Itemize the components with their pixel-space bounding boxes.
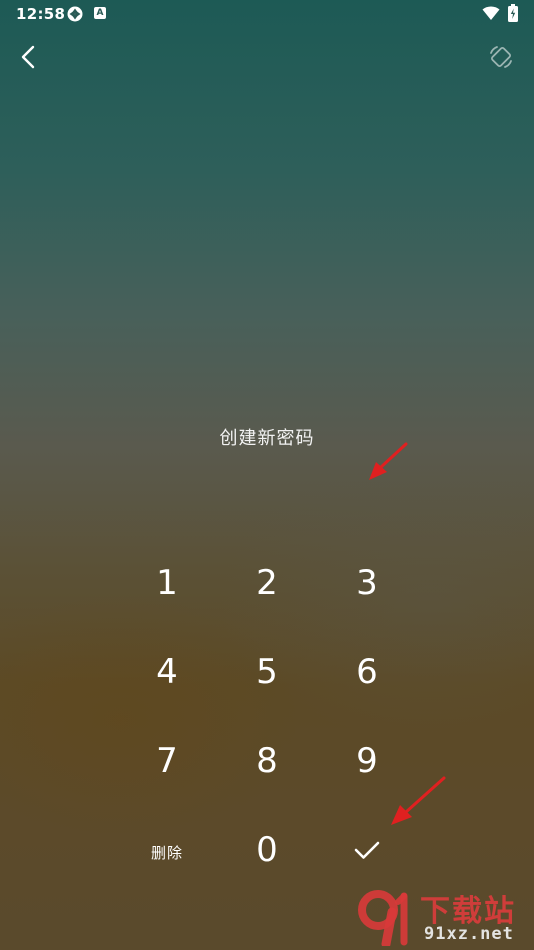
numeric-keypad: 1 2 3 4 5 6 7 8 9 删除 0: [117, 538, 417, 894]
key-5[interactable]: 5: [217, 627, 317, 716]
key-3[interactable]: 3: [317, 538, 417, 627]
wifi-icon: [482, 6, 500, 20]
key-2[interactable]: 2: [217, 538, 317, 627]
key-9[interactable]: 9: [317, 716, 417, 805]
screen-rotate-icon: [490, 46, 512, 68]
key-7[interactable]: 7: [117, 716, 217, 805]
key-1[interactable]: 1: [117, 538, 217, 627]
key-4[interactable]: 4: [117, 627, 217, 716]
status-time: 12:58: [16, 5, 66, 23]
status-bar: 12:58 A: [0, 0, 534, 30]
check-icon: [354, 841, 380, 859]
watermark-domain: 91xz.net: [424, 924, 514, 944]
site-watermark: 下载站 91xz.net: [354, 880, 534, 950]
watermark-logo-icon: [358, 890, 408, 946]
accessibility-a-icon: A: [94, 7, 106, 19]
back-button[interactable]: [14, 42, 44, 72]
create-password-prompt: 创建新密码: [219, 428, 315, 449]
key-8[interactable]: 8: [217, 716, 317, 805]
delete-button[interactable]: 删除: [117, 805, 217, 894]
key-6[interactable]: 6: [317, 627, 417, 716]
sync-icon: [67, 6, 83, 22]
rotate-button[interactable]: [488, 44, 514, 70]
battery-charging-icon: [508, 4, 518, 22]
chevron-left-icon: [21, 45, 35, 69]
password-screen: 12:58 A 创建新密码 1 2 3 4 5 6 7 8 9 删除 0 下载站…: [0, 0, 534, 950]
key-0[interactable]: 0: [217, 805, 317, 894]
